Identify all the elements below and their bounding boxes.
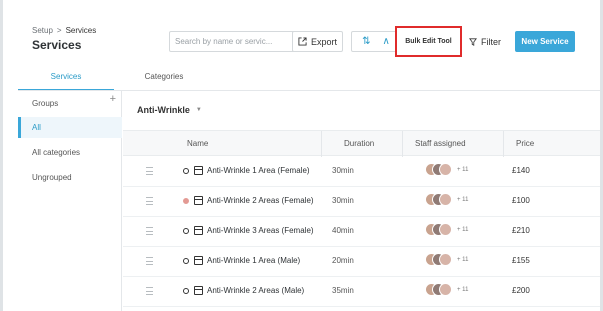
bulk-edit-tool-button[interactable]: Bulk Edit Tool xyxy=(395,26,462,57)
sidebar-item-ungrouped[interactable]: Ungrouped xyxy=(18,167,122,188)
service-name[interactable]: Anti-Wrinkle 1 Area (Male) xyxy=(207,256,300,265)
table-row[interactable]: Anti-Wrinkle 2 Areas (Male) 35min + 11 £… xyxy=(123,277,600,307)
new-service-label: New Service xyxy=(521,37,569,46)
staff-more-count: + 11 xyxy=(457,197,469,203)
service-name[interactable]: Anti-Wrinkle 1 Area (Female) xyxy=(207,166,310,175)
staff-avatars xyxy=(425,163,455,178)
filter-icon xyxy=(469,37,477,46)
calendar-icon xyxy=(194,256,203,265)
category-dropdown[interactable]: Anti-Wrinkle ▼ xyxy=(137,105,202,115)
table-row[interactable]: Anti-Wrinkle 1 Area (Male) 20min + 11 £1… xyxy=(123,247,600,277)
bulk-edit-label: Bulk Edit Tool xyxy=(405,38,452,45)
breadcrumb-current: Services xyxy=(65,26,97,35)
service-name[interactable]: Anti-Wrinkle 2 Areas (Male) xyxy=(207,286,304,295)
service-duration: 35min xyxy=(332,286,354,295)
status-dot-icon xyxy=(183,288,189,294)
export-icon xyxy=(298,37,307,46)
page-title: Services xyxy=(32,38,82,52)
service-name[interactable]: Anti-Wrinkle 3 Areas (Female) xyxy=(207,226,314,235)
filter-button[interactable]: Filter xyxy=(463,31,507,52)
sidebar-groups-header: Groups + xyxy=(18,93,122,114)
category-dropdown-value: Anti-Wrinkle xyxy=(137,105,190,115)
calendar-icon xyxy=(194,166,203,175)
sort-icon: ⇅ xyxy=(362,36,371,47)
sidebar-item-all[interactable]: All xyxy=(18,117,122,138)
service-duration: 20min xyxy=(332,256,354,265)
avatar xyxy=(439,223,452,236)
status-dot-icon xyxy=(183,198,189,204)
service-price: £200 xyxy=(512,286,530,295)
staff-more-count: + 11 xyxy=(457,287,469,293)
service-price: £155 xyxy=(512,256,530,265)
table-row[interactable]: Anti-Wrinkle 1 Area (Female) 30min + 11 … xyxy=(123,157,600,187)
drag-handle-icon[interactable] xyxy=(146,257,153,265)
drag-handle-icon[interactable] xyxy=(146,227,153,235)
groups-label: Groups xyxy=(32,99,59,108)
staff-avatars xyxy=(425,193,455,208)
staff-more-count: + 11 xyxy=(457,167,469,173)
tab-categories[interactable]: Categories xyxy=(114,72,214,91)
column-header-staff[interactable]: Staff assigned xyxy=(415,139,466,148)
calendar-icon xyxy=(194,196,203,205)
table-row[interactable]: Anti-Wrinkle 2 Areas (Female) 30min + 11… xyxy=(123,187,600,217)
breadcrumb-separator: > xyxy=(56,26,62,35)
calendar-icon xyxy=(194,226,203,235)
column-separator xyxy=(402,131,403,157)
groups-sidebar: Groups + All All categories Ungrouped xyxy=(18,91,122,311)
status-dot-icon xyxy=(183,228,189,234)
table-row[interactable]: Anti-Wrinkle 3 Areas (Female) 40min + 11… xyxy=(123,217,600,247)
service-name[interactable]: Anti-Wrinkle 2 Areas (Female) xyxy=(207,196,314,205)
avatar xyxy=(439,163,452,176)
drag-handle-icon[interactable] xyxy=(146,287,153,295)
column-header-name[interactable]: Name xyxy=(187,139,208,148)
service-duration: 30min xyxy=(332,196,354,205)
service-price: £100 xyxy=(512,196,530,205)
status-dot-icon xyxy=(183,258,189,264)
status-dot-icon xyxy=(183,168,189,174)
window-frame-left xyxy=(0,0,3,311)
drag-handle-icon[interactable] xyxy=(146,167,153,175)
column-header-price[interactable]: Price xyxy=(516,139,534,148)
services-page: Setup>Services Services Export ⇅ ∧ Bulk … xyxy=(18,0,600,311)
filter-label: Filter xyxy=(481,36,501,47)
service-duration: 40min xyxy=(332,226,354,235)
services-list: Anti-Wrinkle ▼ Name Duration Staff assig… xyxy=(123,91,600,311)
export-button[interactable]: Export xyxy=(292,31,343,52)
export-label: Export xyxy=(310,36,337,47)
calendar-icon xyxy=(194,286,203,295)
service-duration: 30min xyxy=(332,166,354,175)
breadcrumb-setup[interactable]: Setup xyxy=(32,26,53,35)
column-separator xyxy=(321,131,322,157)
service-price: £210 xyxy=(512,226,530,235)
new-service-button[interactable]: New Service xyxy=(515,31,575,52)
avatar xyxy=(439,193,452,206)
staff-avatars xyxy=(425,223,455,238)
sidebar-item-all-categories[interactable]: All categories xyxy=(18,142,122,163)
drag-handle-icon[interactable] xyxy=(146,197,153,205)
chevron-down-icon: ▼ xyxy=(195,107,202,113)
avatar xyxy=(439,283,452,296)
staff-more-count: + 11 xyxy=(457,257,469,263)
staff-more-count: + 11 xyxy=(457,227,469,233)
staff-avatars xyxy=(425,253,455,268)
chevron-up-icon: ∧ xyxy=(382,36,390,47)
staff-avatars xyxy=(425,283,455,298)
service-price: £140 xyxy=(512,166,530,175)
table-header: Name Duration Staff assigned Price xyxy=(123,130,600,157)
add-group-icon[interactable]: + xyxy=(110,93,116,105)
column-header-duration[interactable]: Duration xyxy=(344,139,374,148)
column-separator xyxy=(503,131,504,157)
search-input[interactable] xyxy=(169,31,297,52)
avatar xyxy=(439,253,452,266)
breadcrumb: Setup > Services xyxy=(32,26,96,35)
tab-services[interactable]: Services xyxy=(18,72,114,91)
sort-button[interactable]: ⇅ ∧ xyxy=(351,31,401,52)
